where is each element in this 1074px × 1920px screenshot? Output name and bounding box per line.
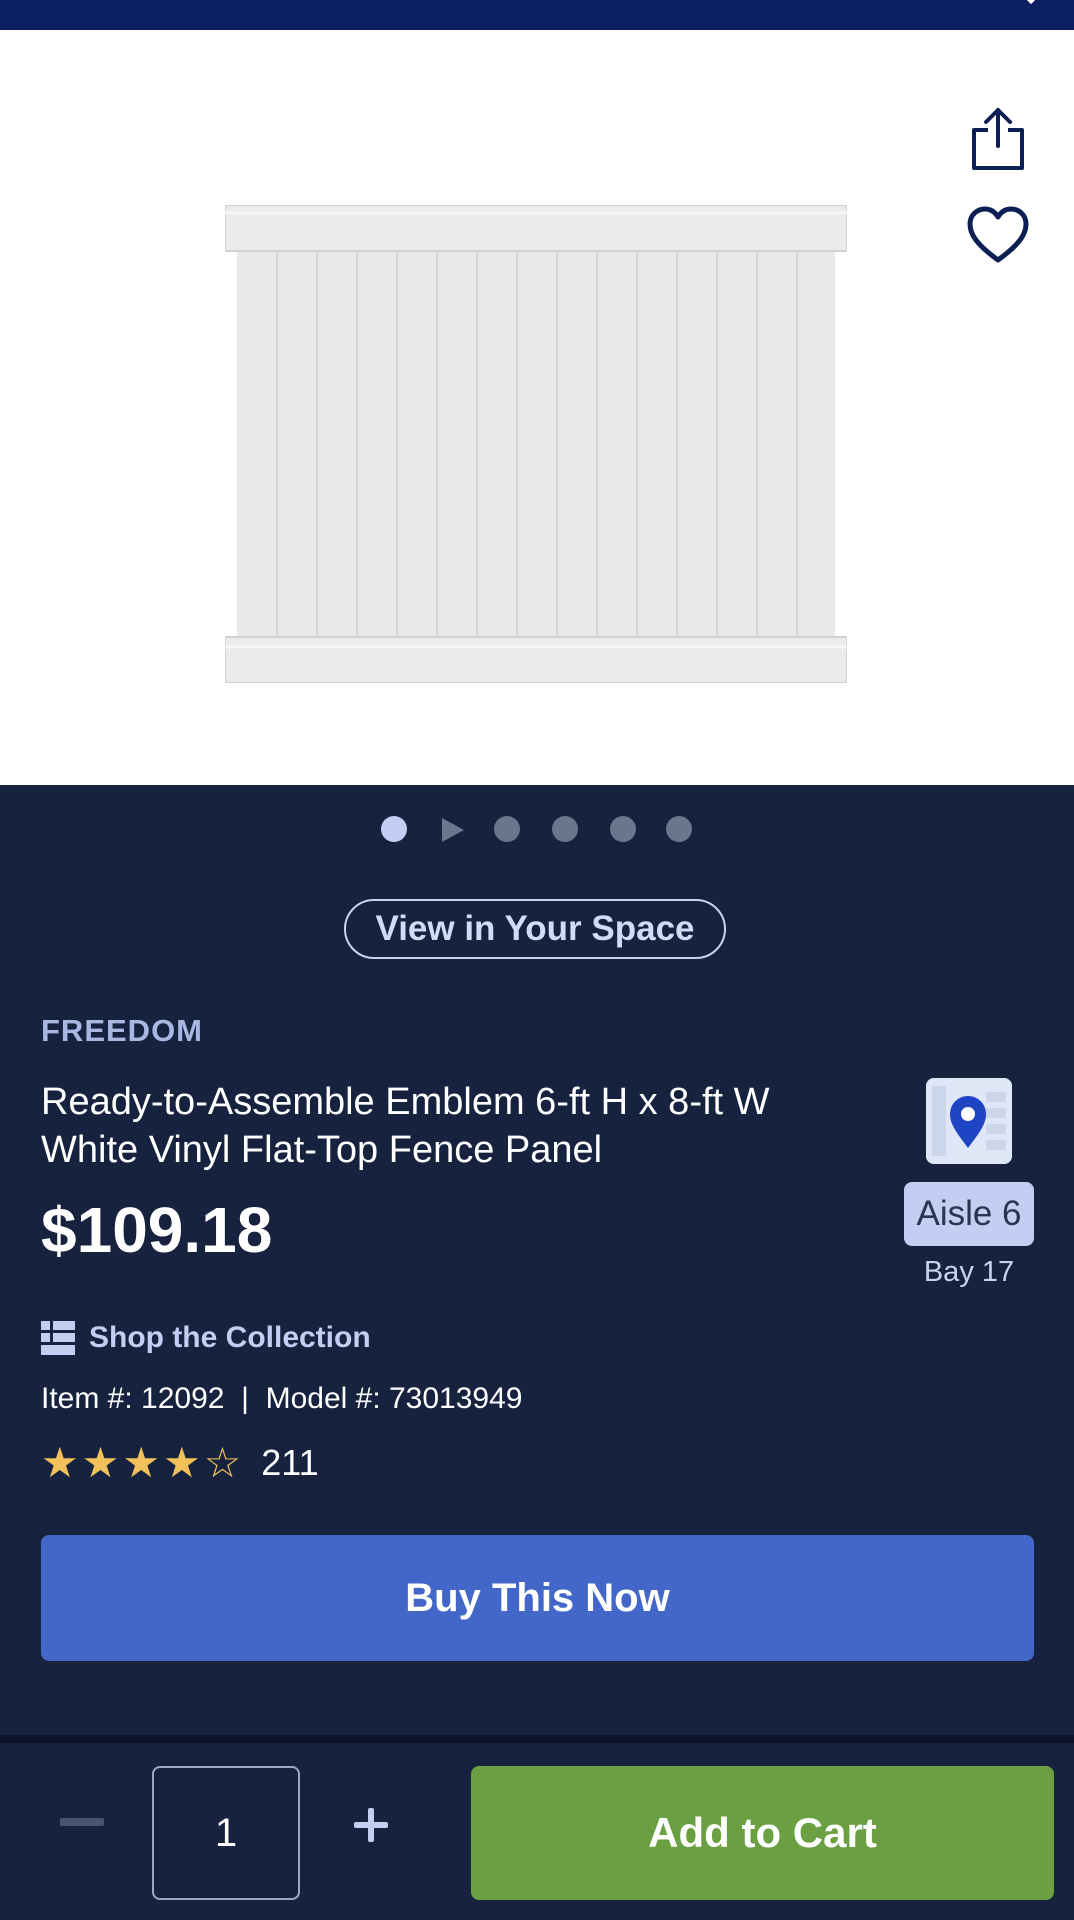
buy-now-button[interactable]: Buy This Now [41, 1535, 1034, 1661]
star-filled-icon: ★ [162, 1439, 201, 1486]
collection-icon [41, 1321, 75, 1355]
star-rating: ★ ★ ★ ★ ☆ [41, 1440, 241, 1486]
share-icon[interactable] [968, 106, 1028, 172]
quantity-input[interactable]: 1 [152, 1766, 300, 1900]
bay-label: Bay 17 [923, 1256, 1015, 1288]
increase-quantity-button[interactable] [346, 1800, 396, 1850]
product-title: Ready-to-Assemble Emblem 6-ft H x 8-ft W… [41, 1081, 770, 1171]
fence-panel-image[interactable] [225, 205, 847, 683]
chevron-down-icon[interactable] [1020, 0, 1042, 12]
decrease-quantity-button[interactable] [60, 1818, 104, 1826]
review-count: 211 [261, 1442, 319, 1483]
product-price: $109.18 [41, 1194, 273, 1266]
add-to-cart-button[interactable]: Add to Cart [471, 1766, 1054, 1900]
item-model-numbers: Item #: 12092 | Model #: 73013949 [41, 1382, 523, 1415]
gallery-dot[interactable] [610, 816, 636, 842]
star-filled-icon: ★ [41, 1439, 79, 1486]
aisle-badge[interactable]: Aisle 6 [904, 1182, 1034, 1246]
star-empty-icon: ☆ [203, 1439, 242, 1486]
brand-name[interactable]: FREEDOM [41, 1013, 203, 1049]
product-image-area[interactable] [0, 30, 1074, 785]
gallery-dot-active[interactable] [381, 816, 407, 842]
rating-row[interactable]: ★ ★ ★ ★ ☆ 211 [41, 1440, 319, 1486]
gallery-dot[interactable] [666, 816, 692, 842]
gallery-dot[interactable] [552, 816, 578, 842]
star-filled-icon: ★ [81, 1439, 120, 1486]
star-filled-icon: ★ [122, 1439, 160, 1486]
gallery-pagination [0, 816, 1074, 846]
heart-icon[interactable] [966, 206, 1030, 264]
view-in-your-space-button[interactable]: View in Your Space [344, 899, 726, 959]
shop-collection-link[interactable]: Shop the Collection [41, 1318, 371, 1358]
shop-collection-label: Shop the Collection [89, 1321, 371, 1354]
top-nav-bar [0, 0, 1074, 30]
map-pin-icon [926, 1078, 1012, 1164]
store-map-tile[interactable] [926, 1078, 1012, 1164]
gallery-dot[interactable] [494, 816, 520, 842]
video-play-icon[interactable] [440, 816, 466, 844]
